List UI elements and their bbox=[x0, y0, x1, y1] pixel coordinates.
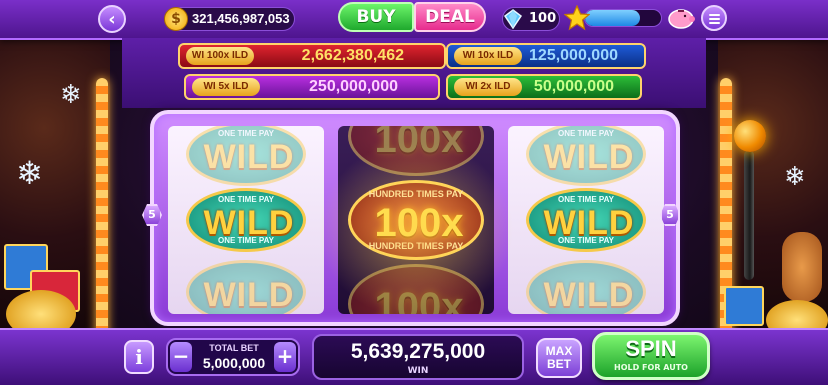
total-bet-label: TOTAL BET bbox=[209, 343, 259, 353]
jackpot-value: 125,000,000 bbox=[529, 47, 618, 64]
total-bet-control: − TOTAL BET 5,000,000 + bbox=[166, 338, 300, 376]
symbol-label: 100x bbox=[374, 285, 464, 314]
jackpot-value: 250,000,000 bbox=[309, 78, 398, 95]
lever-knob[interactable] bbox=[734, 120, 766, 152]
left-decoration: ❄ ❄ bbox=[0, 38, 110, 348]
symbol-caption: ONE TIME PAY bbox=[217, 129, 274, 138]
marquee-lights bbox=[96, 78, 108, 348]
level-progress-bar[interactable] bbox=[584, 9, 662, 27]
multiplier-symbol: HUNDRED TIMES PAY 100x HUNDRED TIMES PAY bbox=[348, 180, 484, 260]
jackpot-value: 2,662,380,462 bbox=[301, 47, 404, 64]
wild-symbol: ONE TIME PAY WILD ONE TIME PAY bbox=[526, 188, 646, 252]
win-value: 5,639,275,000 bbox=[350, 340, 486, 363]
max-bet-label: BET bbox=[547, 357, 571, 371]
snowflake-icon: ❄ bbox=[16, 154, 43, 192]
reel: 100x HUNDRED TIMES PAY 100x HUNDRED TIME… bbox=[338, 126, 494, 314]
coin-icon: $ bbox=[164, 7, 188, 31]
symbol-label: WILD bbox=[203, 276, 295, 314]
multiplier-symbol: 100x bbox=[348, 264, 484, 314]
jackpot-badge: WI 100x ILD bbox=[186, 47, 254, 65]
menu-icon-line bbox=[709, 18, 720, 20]
info-button[interactable]: i bbox=[124, 340, 154, 374]
jackpot-panel: WI 100x ILD 2,662,380,462 WI 10x ILD 125… bbox=[122, 38, 706, 108]
wild-symbol: ONE TIME PAY WILD bbox=[186, 126, 306, 186]
coin-balance-value: 321,456,987,053 bbox=[192, 11, 290, 26]
buy-button[interactable]: BUY bbox=[338, 2, 414, 32]
symbol-caption: HUNDRED TIMES PAY bbox=[368, 241, 464, 251]
symbol-caption: ONE TIME PAY bbox=[217, 236, 274, 245]
jackpot-mini: WI 2x ILD 50,000,000 bbox=[446, 74, 642, 100]
spin-hint: HOLD FOR AUTO bbox=[614, 363, 688, 372]
symbol-label: 100x bbox=[374, 201, 464, 245]
menu-button[interactable] bbox=[701, 5, 727, 31]
spin-button[interactable]: SPIN HOLD FOR AUTO bbox=[592, 332, 710, 380]
gift-box bbox=[724, 286, 764, 326]
menu-icon-line bbox=[709, 22, 720, 24]
wild-symbol: ONE TIME PAY WILD ONE TIME PAY bbox=[186, 188, 306, 252]
snowflake-icon: ❄ bbox=[784, 162, 806, 192]
gem-icon bbox=[503, 9, 523, 29]
gem-balance[interactable]: 100 bbox=[502, 7, 560, 31]
back-arrow-icon: ‹ bbox=[108, 9, 116, 30]
increase-bet-button[interactable]: + bbox=[274, 342, 296, 372]
decrease-bet-button[interactable]: − bbox=[170, 342, 192, 372]
symbol-label: WILD bbox=[543, 138, 635, 176]
multiplier-symbol: 100x bbox=[348, 126, 484, 176]
jackpot-badge: WI 2x ILD bbox=[454, 78, 522, 96]
menu-icon bbox=[709, 14, 720, 16]
reel-frame: ONE TIME PAY WILD ONE TIME PAY WILD ONE … bbox=[150, 110, 680, 326]
back-button[interactable]: ‹ bbox=[98, 5, 126, 33]
jackpot-grand: WI 100x ILD 2,662,380,462 bbox=[178, 43, 446, 69]
gingerbread-man bbox=[782, 232, 822, 302]
right-decoration: ❄ bbox=[718, 38, 828, 348]
deal-button[interactable]: DEAL bbox=[414, 2, 486, 32]
jackpot-badge: WI 5x ILD bbox=[192, 78, 260, 96]
coin-balance[interactable]: $ 321,456,987,053 bbox=[164, 7, 295, 31]
symbol-caption: ONE TIME PAY bbox=[557, 129, 614, 138]
jackpot-major: WI 10x ILD 125,000,000 bbox=[446, 43, 646, 69]
wild-symbol: WILD bbox=[186, 260, 306, 314]
symbol-caption: ONE TIME PAY bbox=[557, 236, 614, 245]
jackpot-value: 50,000,000 bbox=[533, 78, 614, 95]
lever-stick[interactable] bbox=[744, 150, 754, 280]
level-progress-fill bbox=[585, 10, 640, 26]
wild-symbol: WILD bbox=[526, 260, 646, 314]
symbol-caption: ONE TIME PAY bbox=[217, 195, 274, 204]
total-bet-value: 5,000,000 bbox=[202, 355, 266, 371]
snowflake-icon: ❄ bbox=[60, 80, 82, 110]
win-display: 5,639,275,000 WIN bbox=[312, 334, 524, 380]
symbol-caption: ONE TIME PAY bbox=[557, 195, 614, 204]
star-icon[interactable] bbox=[564, 5, 590, 31]
symbol-label: 100x bbox=[374, 126, 464, 161]
max-bet-button[interactable]: MAX BET bbox=[536, 338, 582, 378]
spin-label: SPIN bbox=[625, 336, 677, 361]
jackpot-badge: WI 10x ILD bbox=[454, 47, 522, 65]
reel: ONE TIME PAY WILD ONE TIME PAY WILD ONE … bbox=[168, 126, 324, 314]
symbol-label: WILD bbox=[203, 138, 295, 176]
jackpot-minor: WI 5x ILD 250,000,000 bbox=[184, 74, 440, 100]
gem-count: 100 bbox=[529, 11, 557, 26]
win-label: WIN bbox=[407, 366, 429, 376]
top-bar: ‹ $ 321,456,987,053 BUY DEAL 100 bbox=[0, 0, 828, 40]
symbol-label: WILD bbox=[543, 276, 635, 314]
reel: ONE TIME PAY WILD ONE TIME PAY WILD ONE … bbox=[508, 126, 664, 314]
symbol-caption: HUNDRED TIMES PAY bbox=[368, 189, 464, 199]
piggy-bank-icon[interactable] bbox=[666, 4, 696, 32]
wild-symbol: ONE TIME PAY WILD bbox=[526, 126, 646, 186]
